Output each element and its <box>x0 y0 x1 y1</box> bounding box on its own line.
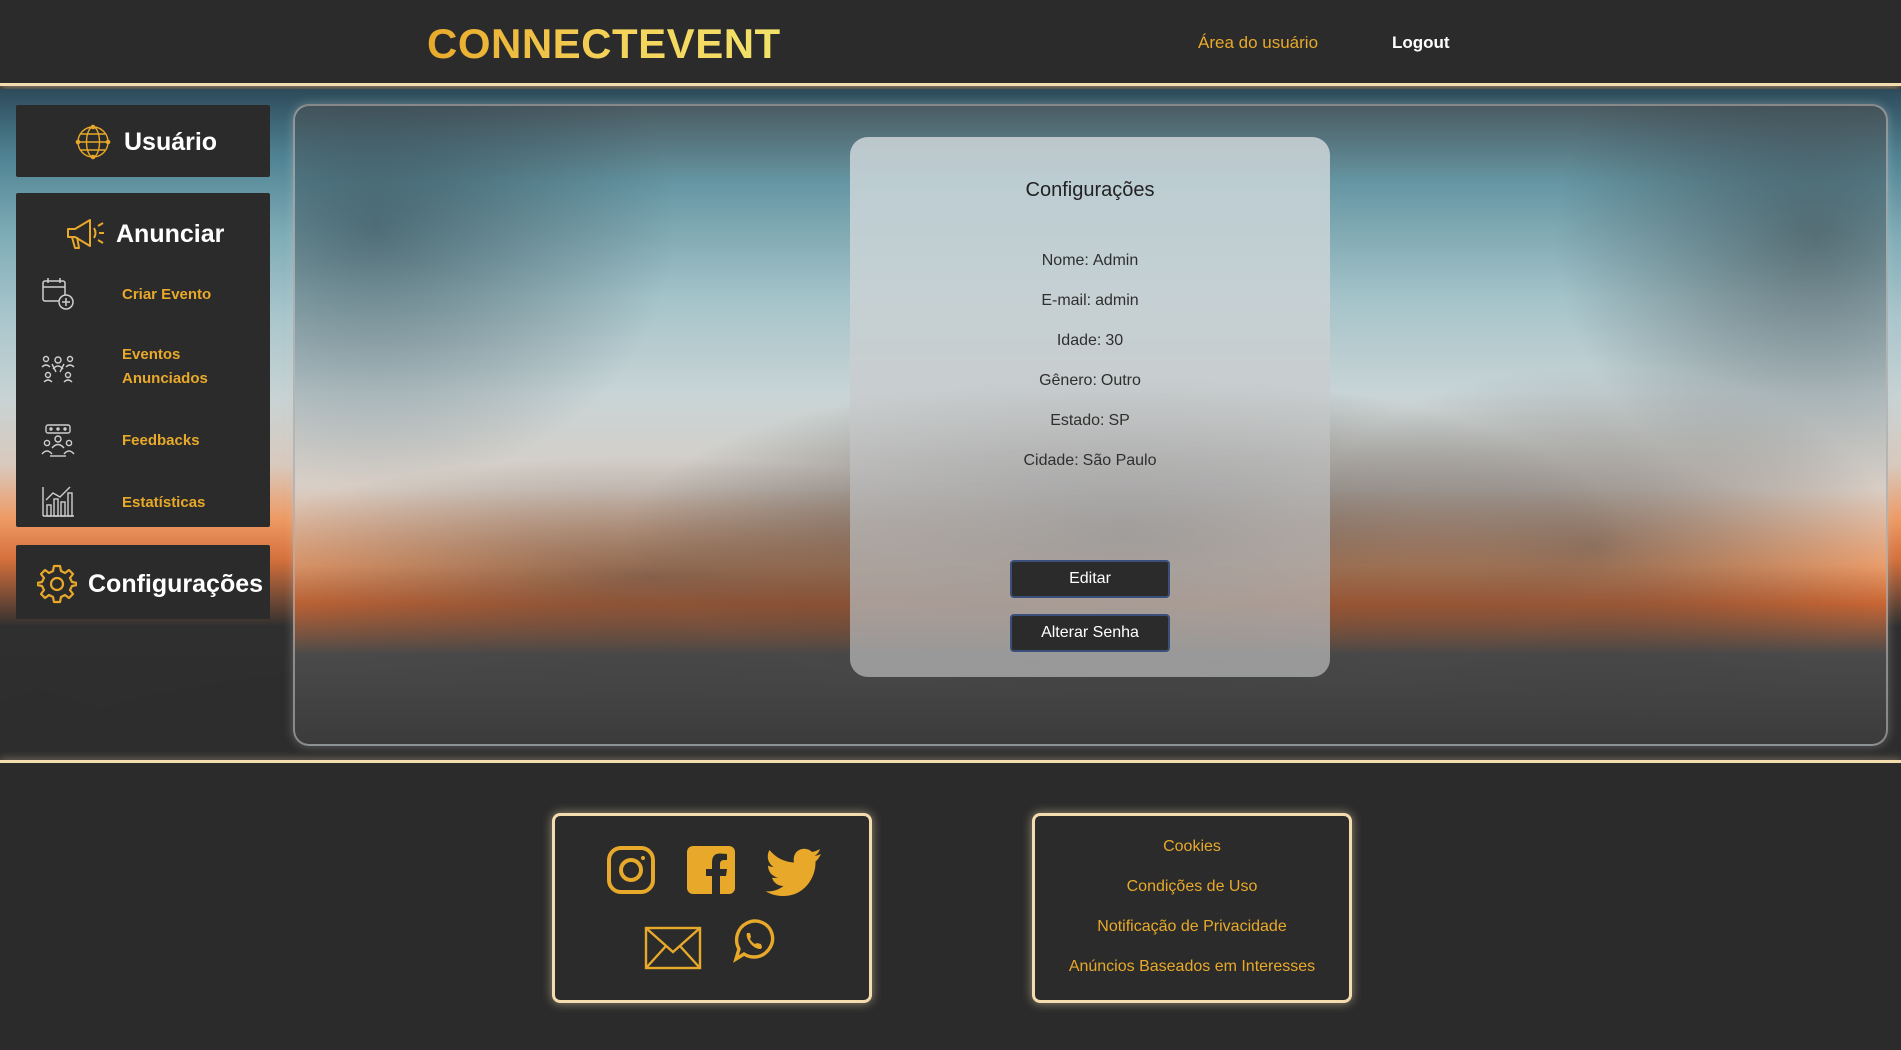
sidebar-announce-label: Anunciar <box>116 219 225 248</box>
instagram-icon[interactable] <box>605 844 657 896</box>
info-email: E-mail: admin <box>1041 292 1139 309</box>
megaphone-icon <box>64 213 106 255</box>
sidebar-item-label: Estatísticas <box>122 494 206 511</box>
settings-card: Configurações Nome: Admin E-mail: admin Id… <box>850 137 1330 677</box>
whatsapp-icon[interactable] <box>729 916 779 966</box>
sidebar-item-feedbacks[interactable]: Feedbacks <box>16 419 270 463</box>
footer: Cookies Condições de Uso Notificação de … <box>0 763 1901 1050</box>
sidebar-item-label: Criar Evento <box>122 286 212 303</box>
sidebar-item-create-event[interactable]: Criar Evento <box>16 273 270 315</box>
social-links-box <box>552 813 872 1003</box>
sidebar-announce-panel: Anunciar Criar Evento Eventos Anunciados… <box>16 193 270 527</box>
sidebar-item-announce[interactable]: Anunciar <box>64 213 224 255</box>
sidebar-item-announced-events[interactable]: Eventos Anunciados <box>16 339 270 395</box>
info-city: Cidade: São Paulo <box>1023 452 1157 469</box>
profile-info-list: Nome: Admin E-mail: admin Idade: 30 Gênero:… <box>850 252 1330 492</box>
facebook-icon[interactable] <box>685 844 737 896</box>
sidebar-item-user[interactable]: Usuário <box>72 121 217 163</box>
sidebar-item-settings[interactable]: Configurações <box>36 563 263 605</box>
edit-button[interactable]: Editar <box>1010 560 1170 598</box>
twitter-icon[interactable] <box>763 846 823 898</box>
feedback-group-icon <box>38 421 78 461</box>
gear-icon <box>36 563 78 605</box>
email-icon[interactable] <box>643 924 703 972</box>
footer-link-privacy[interactable]: Notificação de Privacidade <box>1035 918 1349 936</box>
bar-chart-icon <box>38 481 78 521</box>
globe-icon <box>72 121 114 163</box>
sidebar-config-label: Configurações <box>88 569 264 598</box>
info-age: Idade: 30 <box>1056 332 1124 349</box>
footer-link-cookies[interactable]: Cookies <box>1035 838 1349 856</box>
sidebar-config-panel: Configurações <box>16 545 270 619</box>
info-name: Nome: Admin <box>1041 252 1139 269</box>
sidebar-user-panel: Usuário <box>16 105 270 177</box>
calendar-add-icon <box>38 274 78 314</box>
nav-user-area-link[interactable]: Área do usuário <box>1198 33 1318 53</box>
change-password-button[interactable]: Alterar Senha <box>1010 614 1170 652</box>
legal-links-box: Cookies Condições de Uso Notificação de … <box>1032 813 1352 1003</box>
info-state: Estado: SP <box>1050 412 1130 429</box>
sidebar-item-label: Eventos Anunciados <box>122 346 208 387</box>
header-bar: CONNECTEVENT Área do usuário Logout <box>0 0 1901 86</box>
footer-link-terms[interactable]: Condições de Uso <box>1035 878 1349 896</box>
card-title: Configurações <box>1025 179 1155 201</box>
people-network-icon <box>38 347 78 387</box>
nav-logout-link[interactable]: Logout <box>1392 33 1450 53</box>
info-gender: Gênero: Outro <box>1039 372 1141 389</box>
sidebar-item-label: Feedbacks <box>122 432 200 449</box>
footer-link-interest-ads[interactable]: Anúncios Baseados em Interesses <box>1035 958 1349 976</box>
brand-logo[interactable]: CONNECTEVENT <box>427 20 781 68</box>
sidebar-user-label: Usuário <box>124 127 218 156</box>
sidebar-item-statistics[interactable]: Estatísticas <box>16 481 270 525</box>
